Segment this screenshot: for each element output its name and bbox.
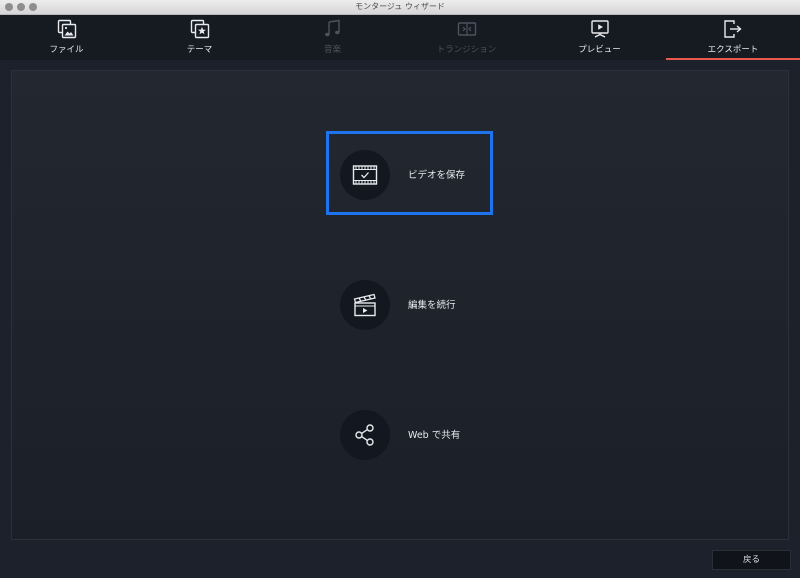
tab-music-label: 音楽 (323, 45, 341, 55)
save-video-option[interactable]: ビデオを保存 (340, 150, 500, 200)
tab-music: 音楽 (266, 15, 399, 60)
tab-file[interactable]: ファイル (0, 15, 133, 60)
export-icon (724, 20, 742, 38)
tab-transition: トランジション (400, 15, 533, 60)
window-title: モンタージュ ウィザード (355, 2, 445, 11)
save-video-label: ビデオを保存 (408, 170, 466, 181)
tab-theme[interactable]: テーマ (133, 15, 266, 60)
music-note-icon (324, 19, 340, 37)
tab-export-label: エクスポート (707, 45, 759, 55)
transition-icon (457, 22, 476, 36)
share-web-option[interactable]: Web で共有 (340, 410, 500, 460)
continue-editing-icon-circle (340, 280, 390, 330)
preview-play-icon (590, 20, 609, 38)
continue-editing-label: 編集を続行 (408, 300, 456, 311)
save-video-icon (352, 165, 378, 185)
tab-export[interactable]: エクスポート (666, 15, 800, 60)
file-images-icon (57, 19, 76, 39)
save-video-icon-circle (340, 150, 390, 200)
tab-theme-label: テーマ (186, 45, 213, 55)
share-web-label: Web で共有 (408, 430, 461, 441)
back-button[interactable]: 戻る (712, 550, 791, 570)
tab-preview[interactable]: プレビュー (533, 15, 666, 60)
continue-editing-option[interactable]: 編集を続行 (340, 280, 500, 330)
window-titlebar: モンタージュ ウィザード (0, 0, 800, 15)
tab-preview-label: プレビュー (578, 45, 621, 55)
clapperboard-icon (353, 293, 376, 317)
tab-file-label: ファイル (49, 45, 84, 55)
share-icon (355, 424, 374, 446)
share-web-icon-circle (340, 410, 390, 460)
tab-transition-label: トランジション (436, 45, 497, 55)
theme-star-icon (190, 19, 209, 39)
wizard-tabbar: ファイル テーマ 音楽 トランジション プレビュー エクスポート (0, 15, 800, 60)
